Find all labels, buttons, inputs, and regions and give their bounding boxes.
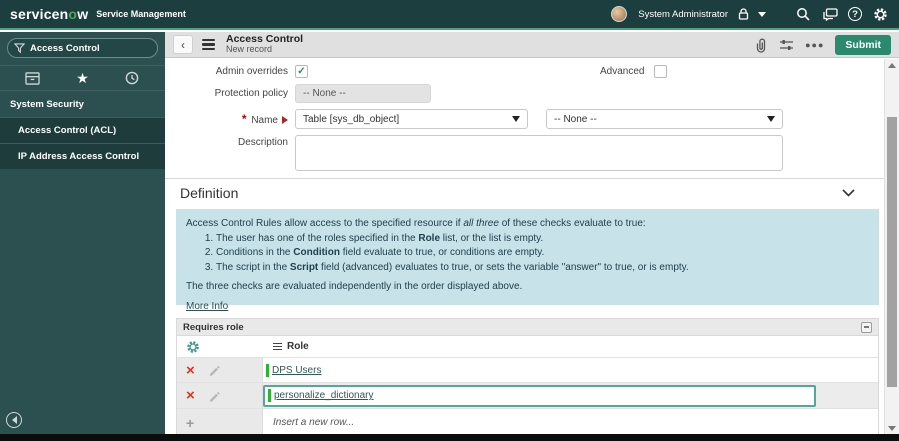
table-row: × personalize_dictionary (177, 383, 878, 409)
all-applications-tab-icon[interactable] (18, 68, 48, 88)
main-content-area: ‹ Access Control New record ●●● Submit A… (165, 32, 899, 434)
select-caret-icon (512, 116, 520, 122)
role-link[interactable]: DPS Users (272, 365, 321, 376)
info-check-2: Conditions in the Condition field evalua… (216, 246, 869, 261)
product-name: Service Management (96, 9, 186, 19)
sidebar-collapse-button[interactable] (6, 412, 22, 428)
navigator-search[interactable]: ✕ (7, 38, 175, 58)
window-bottom-edge (0, 434, 899, 441)
info-check-3: The script in the Script field (advanced… (216, 261, 869, 276)
protection-policy-field: -- None -- (295, 84, 431, 103)
reference-arrow-icon (282, 116, 288, 125)
acl-info-message: Access Control Rules allow access to the… (176, 209, 879, 312)
add-row-plus-icon[interactable]: + (186, 415, 194, 431)
filter-funnel-icon (14, 42, 25, 54)
advanced-checkbox[interactable] (654, 65, 667, 78)
more-options-icon[interactable]: ●●● (805, 40, 824, 50)
collapse-list-icon[interactable] (861, 321, 872, 333)
sidebar-item-access-control-acl[interactable]: Access Control (ACL) (0, 117, 165, 143)
table-row: × DPS Users (177, 358, 878, 383)
servicenow-app-window: servicenow Service Management System Adm… (0, 0, 899, 441)
requires-role-title: Requires role (183, 321, 244, 333)
user-avatar[interactable] (611, 6, 628, 22)
user-name[interactable]: System Administrator (638, 9, 728, 20)
select-caret-icon (767, 116, 775, 122)
servicenow-logo: servicenow (10, 6, 89, 22)
requires-role-table: Requires role Role × DPS Users × persona… (176, 318, 879, 434)
personalize-form-sliders-icon[interactable] (779, 38, 794, 52)
scroll-down-arrow[interactable] (885, 422, 899, 434)
role-link[interactable]: personalize_dictionary (274, 390, 374, 401)
info-intro: Access Control Rules allow access to the… (186, 218, 646, 229)
delete-row-icon[interactable]: × (186, 363, 195, 378)
edit-row-pencil-icon[interactable] (208, 390, 220, 402)
chevron-down-icon[interactable] (842, 189, 855, 197)
top-header-bar: servicenow Service Management System Adm… (0, 0, 899, 30)
favorites-tab-icon[interactable]: ★ (67, 68, 97, 88)
scroll-up-arrow[interactable] (885, 59, 899, 71)
active-edit-cell[interactable]: personalize_dictionary (263, 384, 816, 407)
role-column-header[interactable]: Role (263, 336, 878, 357)
info-footer: The three checks are evaluated independe… (186, 281, 523, 292)
admin-overrides-checkbox[interactable]: ✓ (295, 65, 308, 78)
description-textarea[interactable] (295, 135, 783, 171)
insert-row[interactable]: + Insert a new row... (177, 409, 878, 434)
protection-policy-row: Protection policy -- None -- (165, 84, 884, 103)
lock-icon (737, 5, 749, 23)
edit-row-pencil-icon[interactable] (208, 364, 220, 376)
name-row: * Name Table [sys_db_object] -- None -- (165, 109, 884, 129)
form-context-menu-icon[interactable] (200, 37, 217, 53)
description-label: Description (237, 137, 288, 148)
search-icon[interactable] (794, 5, 812, 23)
requires-role-header-row: Role (177, 336, 878, 358)
record-header-bar: ‹ Access Control New record ●●● Submit (165, 32, 899, 58)
scrollbar-thumb[interactable] (887, 117, 897, 387)
more-info-link[interactable]: More Info (186, 300, 228, 315)
chat-icon[interactable] (821, 5, 839, 23)
modified-indicator (268, 389, 271, 402)
gear-icon[interactable] (871, 5, 889, 23)
admin-overrides-row: Admin overrides ✓ Advanced (165, 65, 884, 78)
user-menu-caret-icon[interactable] (758, 11, 766, 17)
help-icon[interactable]: ? (848, 7, 862, 21)
attachment-paperclip-icon[interactable] (754, 37, 768, 53)
definition-section-title: Definition (180, 185, 239, 201)
form-scroll-region: Admin overrides ✓ Advanced Protection po… (165, 59, 884, 434)
nav-section-system-security: System Security (10, 99, 84, 110)
navigator-tabs: ★ (0, 65, 165, 91)
history-tab-icon[interactable] (117, 68, 147, 88)
protection-policy-label: Protection policy (214, 88, 288, 99)
delete-row-icon[interactable]: × (186, 388, 195, 403)
submit-button[interactable]: Submit (835, 34, 891, 55)
insert-row-label: Insert a new row... (273, 417, 355, 428)
name-table-select[interactable]: Table [sys_db_object] (295, 109, 528, 129)
description-row: Description (165, 135, 884, 171)
name-operation-select[interactable]: -- None -- (546, 109, 783, 129)
back-button[interactable]: ‹ (173, 35, 193, 54)
record-subtitle: New record (226, 44, 273, 55)
info-check-1: The user has one of the roles specified … (216, 232, 869, 247)
requires-role-titlebar: Requires role (177, 319, 878, 336)
navigator-search-input[interactable] (30, 42, 161, 54)
list-settings-gear-icon[interactable] (186, 340, 200, 354)
sidebar-item-ip-address-access-control[interactable]: IP Address Access Control (0, 143, 165, 169)
vertical-scrollbar[interactable] (884, 59, 899, 434)
mandatory-asterisk-icon: * (241, 112, 247, 126)
definition-section-header[interactable]: Definition (165, 179, 884, 207)
column-context-menu-icon[interactable] (273, 342, 282, 351)
app-navigator-sidebar: ✕ ★ System Security Access Control (ACL)… (0, 32, 175, 434)
info-check-list: The user has one of the roles specified … (216, 232, 869, 276)
advanced-label: Advanced (600, 66, 645, 77)
modified-indicator (266, 363, 269, 377)
admin-overrides-label: Admin overrides (215, 66, 288, 77)
name-label: * Name (165, 112, 295, 126)
